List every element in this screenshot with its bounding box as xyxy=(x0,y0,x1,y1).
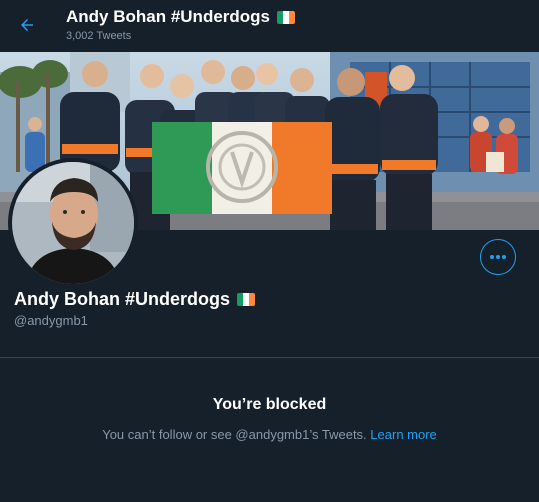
blocked-message: You can’t follow or see @andygmb1’s Twee… xyxy=(102,427,367,442)
top-bar: Andy Bohan #Underdogs 3,002 Tweets xyxy=(0,0,539,52)
header-title: Andy Bohan #Underdogs xyxy=(66,7,271,26)
more-options-button[interactable] xyxy=(480,239,516,275)
back-button[interactable] xyxy=(14,12,40,38)
profile-display-name: Andy Bohan #Underdogs xyxy=(14,289,231,309)
blocked-message-row: You can’t follow or see @andygmb1’s Twee… xyxy=(0,427,539,442)
more-options-icon xyxy=(490,255,506,259)
profile-handle: @andygmb1 xyxy=(14,313,88,328)
divider xyxy=(0,357,539,358)
ireland-flag-icon xyxy=(277,10,296,24)
arrow-left-icon xyxy=(21,19,33,31)
tweet-count: 3,002 Tweets xyxy=(66,30,132,42)
ireland-flag-icon xyxy=(237,293,256,306)
profile-name-row: Andy Bohan #Underdogs xyxy=(14,289,256,310)
header-title-row: Andy Bohan #Underdogs xyxy=(66,7,296,27)
blocked-title: You’re blocked xyxy=(212,396,327,413)
learn-more-link[interactable]: Learn more xyxy=(370,427,436,442)
profile-avatar[interactable] xyxy=(8,158,138,288)
avatar-photo xyxy=(12,162,134,284)
